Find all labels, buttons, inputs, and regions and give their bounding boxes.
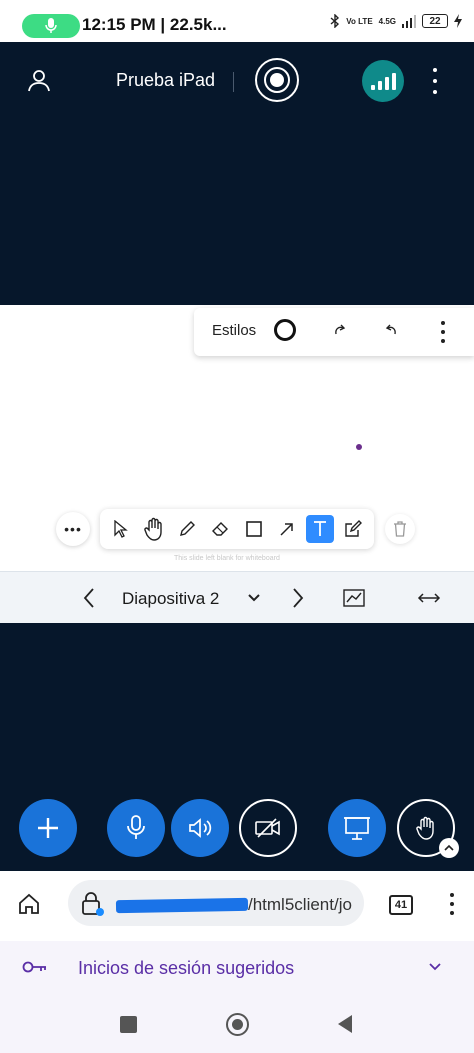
presentation-icon: [344, 817, 370, 840]
square-icon: [245, 521, 262, 537]
slide-selector[interactable]: Diapositiva 2: [122, 589, 219, 609]
text-tool-button[interactable]: [306, 515, 335, 543]
signal-icon: [402, 15, 416, 28]
rectangle-tool-button[interactable]: [240, 515, 268, 543]
camera-button[interactable]: [239, 799, 297, 857]
more-tools-button[interactable]: •••: [56, 512, 90, 546]
edit-note-icon: [345, 520, 363, 537]
actions-button[interactable]: [19, 799, 77, 857]
record-button[interactable]: [255, 58, 299, 102]
meeting-title: Prueba iPad: [116, 70, 216, 90]
chevron-down-icon[interactable]: [428, 962, 442, 972]
chevron-down-icon[interactable]: [247, 593, 261, 603]
arrow-icon: [280, 523, 293, 536]
pan-tool-button[interactable]: [140, 515, 168, 543]
drawing-toolbar: [100, 509, 374, 549]
pencil-tool-button[interactable]: [173, 515, 201, 543]
blank-slide-note: This slide left blank for whiteboard: [174, 555, 280, 562]
status-icons: Vo LTE 4.5G 22: [330, 14, 462, 28]
recents-icon[interactable]: [120, 1016, 137, 1033]
pencil-icon: [180, 521, 196, 536]
network-type: Vo LTE: [346, 16, 373, 26]
redacted-url: [115, 897, 249, 914]
microphone-button[interactable]: [107, 799, 165, 857]
url-text[interactable]: /html5client/jo: [248, 895, 362, 915]
redo-icon[interactable]: [333, 323, 347, 337]
whiteboard-cursor-dot: [356, 444, 362, 450]
hand-icon: [144, 517, 162, 541]
microphone-icon: [127, 815, 145, 839]
mic-icon: [45, 18, 57, 33]
styles-more-icon[interactable]: [438, 321, 448, 343]
tabs-button[interactable]: 41: [389, 895, 413, 915]
styles-label[interactable]: Estilos: [212, 322, 256, 339]
home-nav-icon[interactable]: [226, 1013, 249, 1036]
prev-slide-icon[interactable]: [82, 587, 96, 609]
plus-icon: [38, 818, 58, 838]
slide-navigation-bar: [0, 571, 474, 623]
undo-icon[interactable]: [384, 323, 398, 337]
presentation-chart-icon[interactable]: [342, 587, 366, 609]
lock-icon[interactable]: [81, 891, 105, 917]
trash-icon: [394, 521, 406, 537]
eraser-icon: [212, 522, 229, 536]
browser-menu-icon[interactable]: [448, 893, 456, 915]
text-icon: [314, 521, 327, 536]
speaker-icon: [189, 818, 212, 838]
mic-active-indicator[interactable]: [22, 14, 80, 38]
options-menu-icon[interactable]: [428, 68, 442, 94]
presentation-button[interactable]: [328, 799, 386, 857]
back-icon[interactable]: [336, 1014, 354, 1034]
audio-button[interactable]: [171, 799, 229, 857]
eraser-tool-button[interactable]: [206, 515, 234, 543]
fit-width-icon[interactable]: [417, 591, 441, 605]
header-divider: [233, 72, 234, 92]
next-slide-icon[interactable]: [291, 587, 305, 609]
pointer-icon: [113, 520, 128, 538]
chevron-up-icon: [444, 844, 454, 851]
select-tool-button[interactable]: [107, 515, 135, 543]
suggested-logins-label[interactable]: Inicios de sesión sugeridos: [78, 958, 294, 979]
note-tool-button[interactable]: [339, 515, 367, 543]
key-icon: [22, 961, 46, 973]
raise-hand-icon: [416, 816, 434, 840]
arrow-tool-button[interactable]: [273, 515, 301, 543]
stroke-style-icon[interactable]: [274, 319, 296, 341]
delete-button[interactable]: [385, 514, 415, 544]
connection-status-button[interactable]: [362, 60, 404, 102]
network-gen: 4.5G: [378, 16, 396, 26]
camera-off-icon: [255, 818, 280, 838]
record-icon: [264, 67, 290, 93]
status-time: 12:15 PM | 22.5k...: [82, 15, 227, 34]
home-icon[interactable]: [17, 892, 41, 916]
user-icon[interactable]: [27, 68, 51, 92]
bluetooth-icon: [330, 14, 340, 28]
charging-icon: [454, 14, 462, 28]
reactions-expand-button[interactable]: [439, 838, 459, 858]
battery-icon: 22: [422, 14, 448, 28]
